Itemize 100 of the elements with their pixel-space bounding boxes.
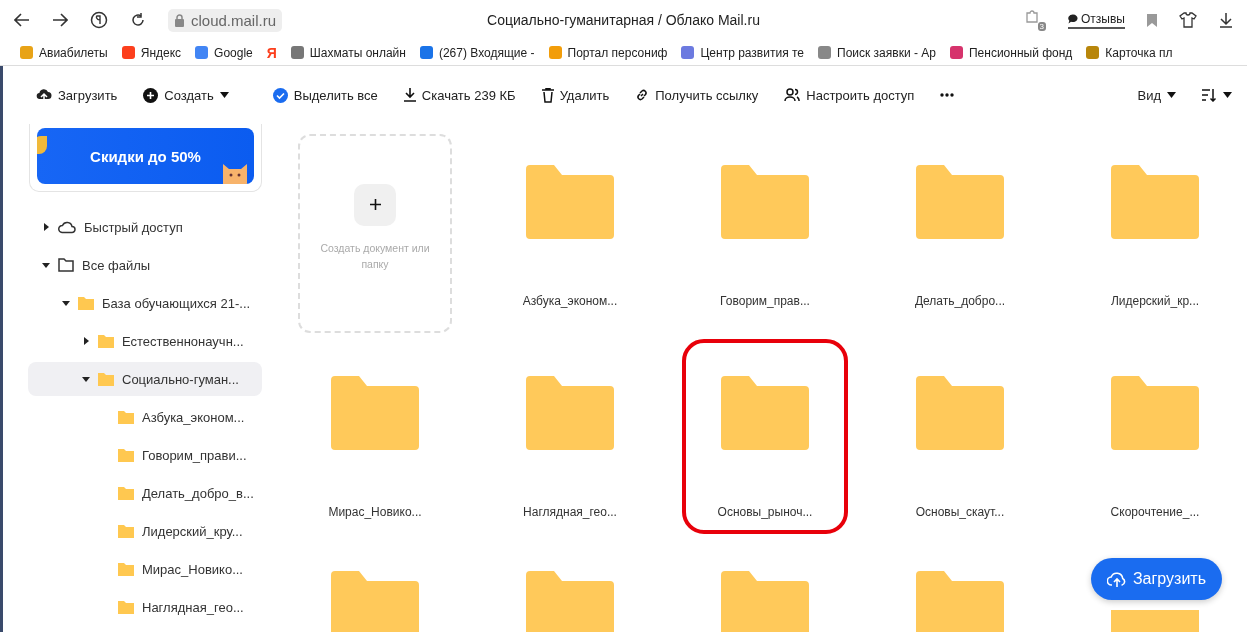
upload-button[interactable]: Загрузить	[1090, 558, 1222, 600]
back-icon[interactable]	[14, 13, 30, 27]
bookmark-link[interactable]: Шахматы онлайн	[290, 45, 406, 60]
caret-icon[interactable]	[62, 299, 70, 307]
folder-name[interactable]: Основы_скаут...	[915, 505, 1005, 519]
access-button[interactable]: Настроить доступ	[784, 87, 915, 103]
tree-item[interactable]: Лидерский_кру...	[28, 514, 262, 548]
folder-icon[interactable]	[331, 376, 419, 450]
folder-name[interactable]: Скорочтение_...	[1110, 505, 1200, 519]
folder-icon[interactable]	[526, 376, 614, 450]
tree-item[interactable]: Делать_добро_в...	[28, 476, 262, 510]
forward-icon[interactable]	[52, 13, 68, 27]
folder-tile[interactable]: Говорим_прав...	[688, 134, 842, 317]
address-bar[interactable]: cloud.mail.ru	[168, 8, 283, 32]
folder-tile[interactable]: Азбука_эконом...	[493, 134, 647, 317]
people-icon	[784, 88, 801, 102]
bookmark-link[interactable]: Google	[195, 45, 253, 60]
shirt-icon[interactable]	[1179, 11, 1197, 29]
bookmark-icon[interactable]	[1147, 13, 1157, 27]
folder-name[interactable]: Мирас_Новико...	[328, 505, 422, 519]
folder-name[interactable]: Делать_добро...	[914, 294, 1006, 308]
folder-name[interactable]: Азбука_эконом...	[522, 294, 618, 308]
folder-name[interactable]: Наглядная_гео...	[523, 505, 617, 519]
delete-button[interactable]: Удалить	[541, 87, 610, 103]
more-icon[interactable]	[940, 93, 955, 97]
view-button[interactable]: Вид	[1137, 87, 1176, 103]
site-icon	[548, 46, 562, 59]
bookmark-link[interactable]: (267) Входящие -	[419, 45, 535, 60]
folder-name[interactable]: Говорим_прав...	[720, 294, 810, 308]
caret-icon[interactable]	[82, 337, 90, 345]
site-icon	[949, 46, 963, 59]
folder-icon	[118, 600, 134, 614]
folder-icon[interactable]	[1111, 165, 1199, 239]
folder-icon	[78, 296, 94, 310]
tree-item[interactable]: Естественнонаучн...	[28, 324, 262, 358]
folder-icon[interactable]	[721, 571, 809, 632]
tree-item[interactable]: Социально-гуман...	[28, 362, 262, 396]
bookmark-link[interactable]: Я	[266, 44, 277, 61]
folder-name[interactable]: Лидерский_кр...	[1110, 294, 1200, 308]
caret-icon[interactable]	[82, 375, 90, 383]
link-icon	[635, 88, 650, 102]
folder-icon[interactable]	[331, 571, 419, 632]
tree-item[interactable]: Быстрый доступ	[28, 210, 262, 244]
tree-item[interactable]: Говорим_прави...	[28, 438, 262, 472]
site-icon	[1086, 46, 1100, 59]
extension-button[interactable]: 3	[1024, 9, 1047, 31]
folder-icon[interactable]	[526, 571, 614, 632]
bookmark-link[interactable]: Портал персониф	[548, 45, 668, 60]
plus-icon	[143, 87, 159, 103]
folder-tile[interactable]: Скорочтение_...	[1078, 345, 1232, 528]
browser-logo-icon[interactable]	[90, 11, 108, 29]
caret-icon[interactable]	[42, 261, 50, 269]
site-icon	[20, 46, 33, 59]
upload-button[interactable]: Загрузить	[36, 87, 118, 103]
promo-banner[interactable]: Скидки до 50%	[37, 128, 254, 184]
site-icon	[195, 46, 209, 59]
folder-icon[interactable]	[1111, 376, 1199, 450]
folder-icon[interactable]	[721, 376, 809, 450]
folder-tile[interactable]: Наглядная_гео...	[493, 345, 647, 528]
folder-icon[interactable]	[916, 571, 1004, 632]
bookmark-link[interactable]: Яндекс	[121, 45, 182, 60]
bookmark-link[interactable]: Пенсионный фонд	[949, 45, 1073, 60]
site-icon	[290, 46, 304, 59]
reload-icon[interactable]	[130, 12, 146, 28]
bookmark-link[interactable]: Авиабилеты	[20, 45, 108, 60]
folder-icon[interactable]	[526, 165, 614, 239]
create-text: Создать документ или папку	[320, 240, 430, 272]
tree-item[interactable]: Все файлы	[28, 248, 262, 282]
create-button[interactable]: Создать	[143, 87, 229, 103]
lock-icon	[174, 13, 185, 27]
folder-icon[interactable]	[721, 165, 809, 239]
folder-icon	[118, 524, 134, 538]
caret-icon[interactable]	[42, 223, 50, 231]
tree-item[interactable]: Мирас_Новико...	[28, 552, 262, 586]
folder-name[interactable]: Основы_рыноч...	[717, 505, 813, 519]
feedback-button[interactable]: Отзывы	[1068, 11, 1125, 29]
plus-icon	[354, 183, 396, 226]
download-icon[interactable]	[1219, 12, 1233, 28]
check-circle-icon	[272, 87, 288, 103]
folder-tile[interactable]: Основы_рыноч...	[688, 345, 842, 528]
download-button[interactable]: Скачать 239 КБ	[403, 87, 516, 103]
folder-tile[interactable]: Основы_скаут...	[883, 345, 1037, 528]
folder-tile[interactable]: Делать_добро...	[883, 134, 1037, 317]
tree-item[interactable]: Азбука_эконом...	[28, 400, 262, 434]
bookmark-link[interactable]: Поиск заявки - Ар	[818, 45, 936, 60]
get-link-button[interactable]: Получить ссылку	[635, 87, 759, 103]
folder-icon	[98, 334, 114, 348]
bookmark-link[interactable]: Карточка пл	[1086, 45, 1173, 60]
caret-icon	[1223, 92, 1232, 98]
bookmark-link[interactable]: Центр развития те	[681, 45, 804, 60]
select-all-button[interactable]: Выделить все	[272, 87, 378, 103]
sort-button[interactable]	[1202, 88, 1232, 102]
folder-tile[interactable]: Лидерский_кр...	[1078, 134, 1232, 317]
folder-icon	[58, 258, 74, 272]
folder-icon[interactable]	[916, 376, 1004, 450]
folder-tile[interactable]: Мирас_Новико...	[298, 345, 452, 528]
tree-item[interactable]: Наглядная_гео...	[28, 590, 262, 624]
tree-item[interactable]: База обучающихся 21-...	[28, 286, 262, 320]
folder-icon[interactable]	[916, 165, 1004, 239]
site-icon	[681, 46, 695, 59]
